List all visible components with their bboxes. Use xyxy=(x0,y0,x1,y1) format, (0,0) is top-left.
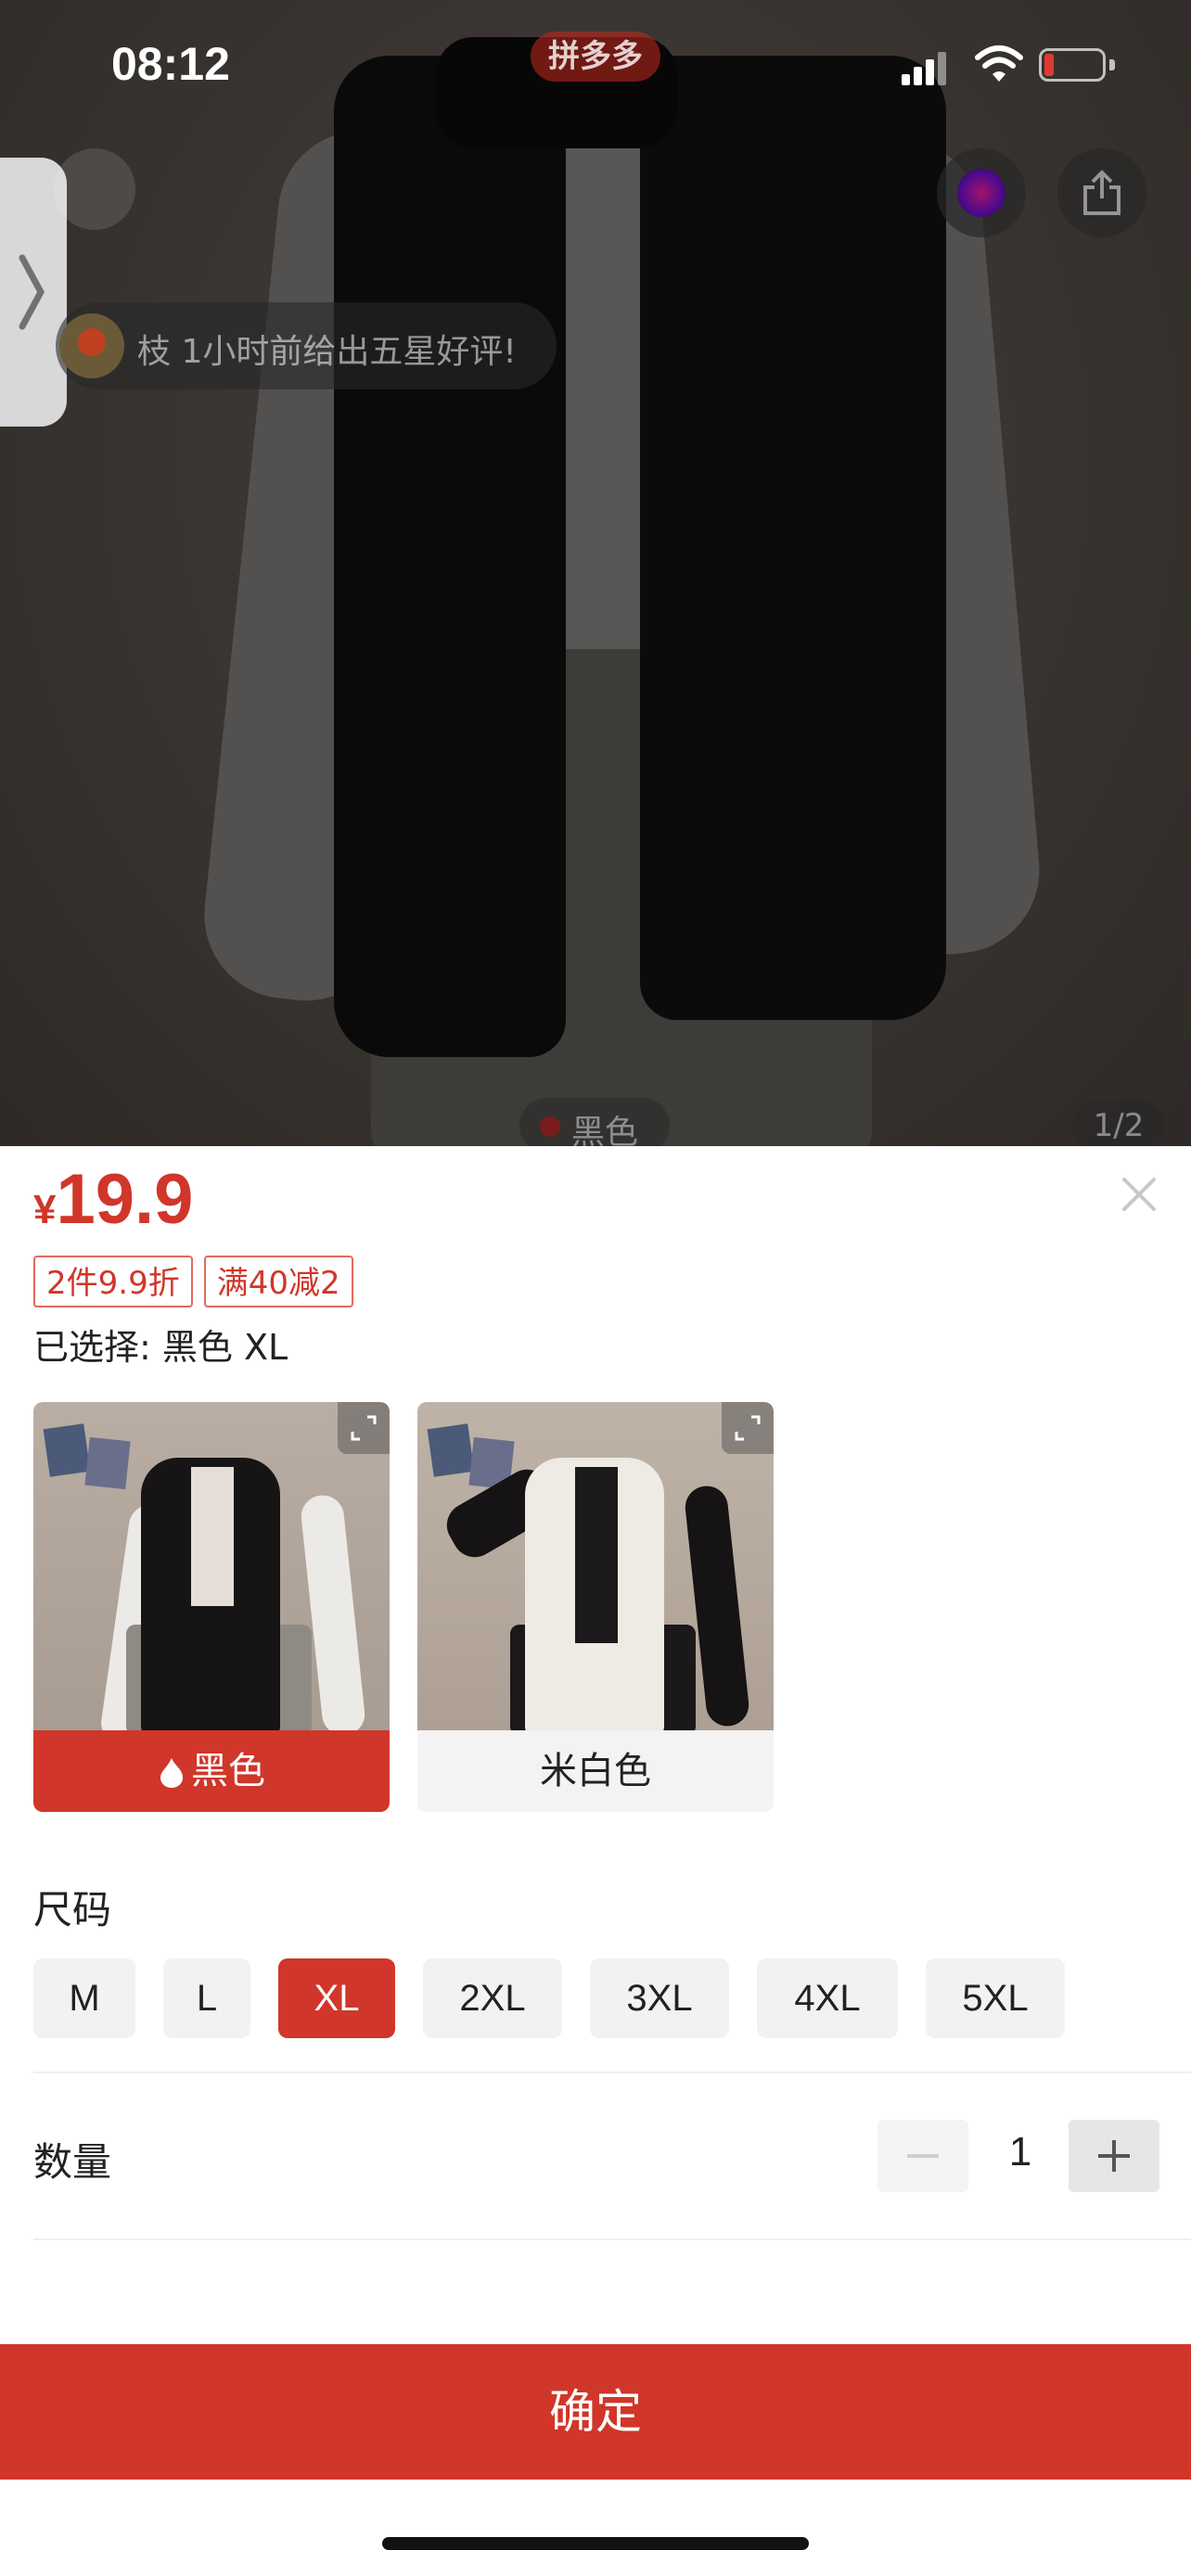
close-icon xyxy=(1122,1178,1156,1211)
review-ticker-text: 枝 1小时前给出五星好评! xyxy=(137,333,517,371)
confirm-button[interactable]: 确定 xyxy=(0,2344,1191,2480)
size-options: M L XL 2XL 3XL 4XL 5XL xyxy=(33,1958,1065,2038)
home-indicator xyxy=(382,2537,809,2550)
hero-color-label: 黑色 xyxy=(519,1098,670,1146)
quantity-title: 数量 xyxy=(33,2139,112,2185)
price: ¥19.9 xyxy=(33,1159,193,1240)
divider xyxy=(33,2238,1191,2240)
promo-tag: 满40减2 xyxy=(203,1256,353,1307)
quantity-increase-button[interactable] xyxy=(1069,2120,1159,2192)
review-ticker: 枝 1小时前给出五星好评! xyxy=(56,302,557,389)
currency-symbol: ¥ xyxy=(33,1187,57,1232)
selected-spec-text: 已选择: 黑色 XL xyxy=(33,1327,288,1368)
product-image: 08:12 拼多多 枝 1小时前给出五星好评! 黑色 1/2 xyxy=(0,0,1191,1146)
live-avatar-button[interactable] xyxy=(937,148,1026,237)
flame-icon xyxy=(160,1758,183,1788)
size-section-title: 尺码 xyxy=(33,1887,112,1932)
promo-tag: 2件9.9折 xyxy=(33,1256,193,1307)
image-pager: 1/2 xyxy=(1072,1100,1165,1146)
quantity-decrease-button[interactable] xyxy=(877,2120,968,2192)
color-thumbnail xyxy=(417,1402,774,1730)
minus-icon xyxy=(907,2154,939,2158)
signal-icon xyxy=(902,48,948,85)
close-button[interactable] xyxy=(1117,1172,1161,1217)
color-option-beige-white[interactable]: 米白色 xyxy=(417,1402,774,1812)
promo-tags: 2件9.9折 满40减2 xyxy=(33,1256,353,1307)
size-option-5xl[interactable]: 5XL xyxy=(926,1958,1065,2038)
chevron-right-icon xyxy=(19,254,45,330)
divider xyxy=(33,2072,1191,2073)
status-time: 08:12 xyxy=(111,38,230,90)
size-option-2xl[interactable]: 2XL xyxy=(423,1958,562,2038)
size-option-xl[interactable]: XL xyxy=(278,1958,395,2038)
color-option-label: 米白色 xyxy=(540,1750,651,1792)
app-logo: 拼多多 xyxy=(531,32,660,82)
share-button[interactable] xyxy=(1057,148,1146,237)
expand-icon[interactable] xyxy=(722,1402,774,1454)
color-thumbnail xyxy=(33,1402,390,1730)
battery-icon xyxy=(1039,48,1117,83)
price-value: 19.9 xyxy=(56,1160,194,1239)
color-options: 黑色 米白色 xyxy=(33,1402,774,1812)
avatar xyxy=(957,169,1005,217)
quantity-value: 1 xyxy=(1008,2129,1032,2174)
expand-icon[interactable] xyxy=(338,1402,390,1454)
back-icon[interactable] xyxy=(54,148,135,230)
color-option-label: 黑色 xyxy=(33,1730,390,1812)
size-option-3xl[interactable]: 3XL xyxy=(590,1958,729,2038)
sku-selector-sheet: ¥19.9 2件9.9折 满40减2 已选择: 黑色 XL 黑色 米白色 尺码 … xyxy=(0,1146,1191,2576)
share-icon xyxy=(1083,170,1121,215)
wifi-icon xyxy=(974,43,1024,85)
color-option-black[interactable]: 黑色 xyxy=(33,1402,390,1812)
size-option-4xl[interactable]: 4XL xyxy=(757,1958,898,2038)
size-option-m[interactable]: M xyxy=(33,1958,135,2038)
reviewer-avatar xyxy=(59,313,124,378)
size-option-l[interactable]: L xyxy=(163,1958,250,2038)
